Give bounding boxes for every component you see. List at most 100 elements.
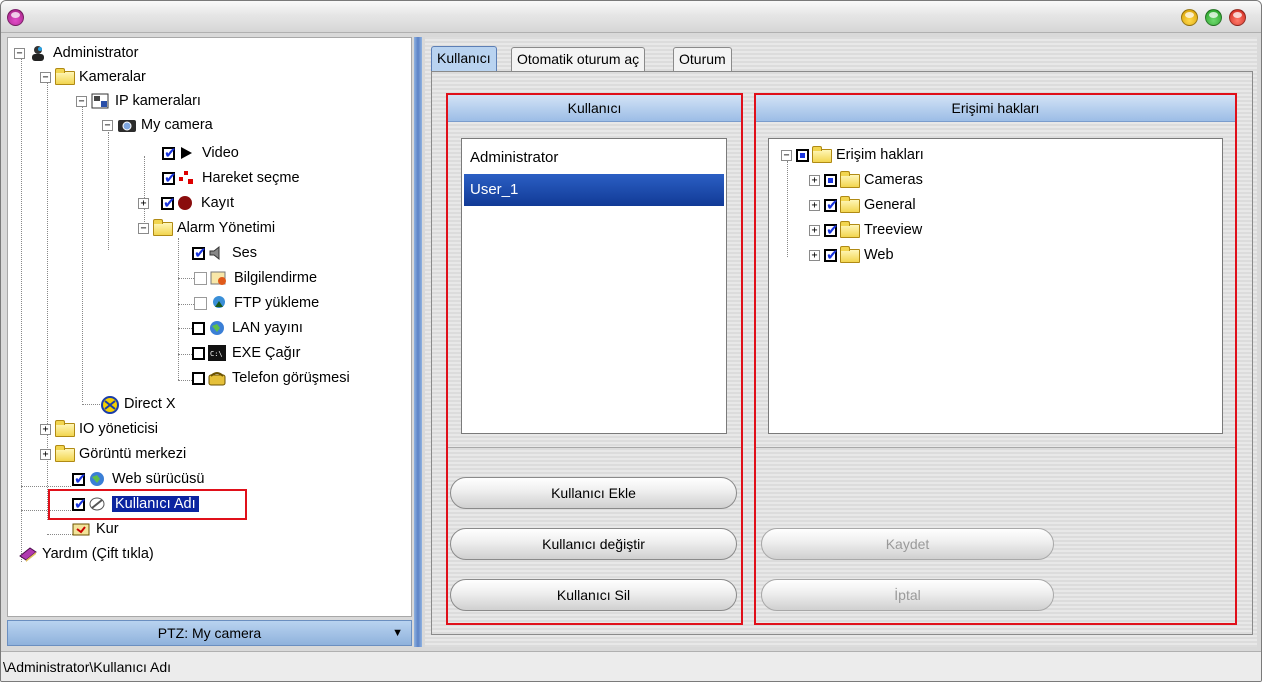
directx-icon [100, 396, 119, 414]
users-group: Kullanıcı Administrator User_1 Kullanıcı… [446, 93, 743, 625]
tree-item-motion-detect[interactable]: Hareket seçme [162, 167, 300, 189]
collapse-icon[interactable]: − [102, 119, 113, 131]
list-item-selected[interactable]: User_1 [464, 174, 724, 206]
collapse-icon[interactable]: − [781, 149, 792, 161]
tree-item-setup[interactable]: Kur [72, 518, 119, 540]
collapse-icon[interactable]: − [14, 47, 25, 59]
ptz-dropdown[interactable]: PTZ: My camera ▼ [7, 620, 412, 646]
ftp-checkbox[interactable] [194, 296, 207, 310]
list-item[interactable]: Administrator [464, 142, 724, 174]
phone-icon [208, 370, 226, 386]
exe-checkbox[interactable] [192, 346, 205, 360]
user-icon [29, 45, 47, 61]
expand-icon[interactable]: + [138, 197, 149, 209]
rights-item-general[interactable]: + General [809, 194, 916, 216]
collapse-icon[interactable]: − [40, 71, 51, 83]
web-checkbox[interactable] [824, 246, 839, 264]
tree-item-kameralar[interactable]: − Kameralar [40, 66, 146, 88]
tree-item-help[interactable]: Yardım (Çift tıkla) [18, 543, 154, 565]
phone-checkbox[interactable] [192, 371, 205, 385]
settings-area: Kullanıcı Otomatik oturum aç Oturum Kull… [425, 37, 1257, 647]
tree-item-sound[interactable]: Ses [192, 242, 257, 264]
rights-root[interactable]: − Erişim hakları [781, 144, 924, 166]
pane-splitter[interactable] [414, 37, 422, 647]
title-bar [1, 1, 1261, 33]
folder-icon [55, 420, 75, 437]
expand-icon[interactable]: + [40, 448, 51, 460]
edit-user-button[interactable]: Kullanıcı değiştir [450, 528, 737, 560]
lan-checkbox[interactable] [192, 321, 205, 335]
users-header: Kullanıcı [448, 95, 741, 122]
rights-root-checkbox[interactable] [796, 148, 809, 162]
tab-user[interactable]: Kullanıcı [431, 46, 497, 72]
rights-item-treeview[interactable]: + Treeview [809, 219, 922, 241]
folder-icon [812, 146, 832, 163]
collapse-icon[interactable]: − [138, 222, 149, 234]
tab-auto-login[interactable]: Otomatik oturum aç [511, 47, 646, 71]
tree-item-directx[interactable]: Direct X [100, 393, 176, 415]
expand-icon[interactable]: + [809, 249, 820, 261]
close-button[interactable] [1229, 9, 1246, 26]
folder-open-icon [153, 219, 173, 236]
folder-open-icon [55, 68, 75, 85]
speaker-icon [208, 245, 226, 261]
play-icon [178, 145, 196, 161]
maximize-button[interactable] [1205, 9, 1222, 26]
terminal-icon: C:\ [208, 345, 226, 361]
help-book-icon [18, 546, 37, 562]
highlight-box [48, 489, 247, 520]
rights-group: Erişimi hakları − Erişim hakları + Camer… [754, 93, 1237, 625]
web-driver-checkbox[interactable] [72, 470, 87, 488]
tree-item-my-camera[interactable]: − My camera [102, 114, 213, 136]
expand-icon[interactable]: + [809, 174, 820, 186]
tree-item-web-driver[interactable]: Web sürücüsü [72, 468, 204, 490]
tree-item-ftp[interactable]: FTP yükleme [194, 292, 319, 314]
record-checkbox[interactable] [161, 194, 176, 212]
tab-session[interactable]: Oturum [673, 47, 732, 71]
svg-text:C:\: C:\ [210, 350, 223, 358]
collapse-icon[interactable]: − [76, 95, 87, 107]
tree-item-alarm[interactable]: − Alarm Yönetimi [138, 217, 275, 239]
rights-header: Erişimi hakları [756, 95, 1235, 122]
cameras-checkbox[interactable] [824, 173, 837, 187]
cancel-button[interactable]: İptal [761, 579, 1054, 611]
motion-icon [178, 170, 196, 186]
globe-icon [88, 471, 106, 487]
delete-user-button[interactable]: Kullanıcı Sil [450, 579, 737, 611]
add-user-button[interactable]: Kullanıcı Ekle [450, 477, 737, 509]
sound-checkbox[interactable] [192, 244, 207, 262]
expand-icon[interactable]: + [40, 423, 51, 435]
rights-item-cameras[interactable]: + Cameras [809, 169, 923, 191]
tree-item-administrator[interactable]: − Administrator [14, 42, 138, 64]
tree-item-ip-cameras[interactable]: − IP kameraları [76, 90, 201, 112]
expand-icon[interactable]: + [809, 199, 820, 211]
video-checkbox[interactable] [162, 144, 177, 162]
tree-item-io[interactable]: + IO yöneticisi [40, 418, 158, 440]
rights-item-web[interactable]: + Web [809, 244, 894, 266]
save-button[interactable]: Kaydet [761, 528, 1054, 560]
minimize-button[interactable] [1181, 9, 1198, 26]
folder-icon [55, 445, 75, 462]
users-list[interactable]: Administrator User_1 [461, 138, 727, 434]
divider [448, 447, 741, 448]
motion-checkbox[interactable] [162, 169, 177, 187]
tree-item-lan[interactable]: LAN yayını [192, 317, 303, 339]
tree-item-recording[interactable]: + Kayıt [138, 192, 234, 214]
status-bar: \Administrator\Kullanıcı Adı [1, 651, 1261, 681]
rights-tree: − Erişim hakları + Cameras + ✔ General +… [768, 138, 1223, 434]
treeview-checkbox[interactable] [824, 221, 839, 239]
tree-item-image-center[interactable]: + Görüntü merkezi [40, 443, 186, 465]
status-path: \Administrator\Kullanıcı Adı [3, 659, 172, 675]
network-camera-icon [91, 93, 109, 109]
folder-icon [840, 196, 860, 213]
tree-item-phone[interactable]: Telefon görüşmesi [192, 367, 350, 389]
app-menu-icon[interactable] [7, 9, 24, 26]
notify-checkbox[interactable] [194, 271, 207, 285]
expand-icon[interactable]: + [809, 224, 820, 236]
tree-item-video[interactable]: Video [162, 142, 239, 164]
general-checkbox[interactable] [824, 196, 839, 214]
tree-item-exe[interactable]: C:\ EXE Çağır [192, 342, 301, 364]
divider [756, 447, 1235, 448]
tree-item-notify[interactable]: Bilgilendirme [194, 267, 317, 289]
chevron-down-icon: ▼ [392, 627, 403, 639]
